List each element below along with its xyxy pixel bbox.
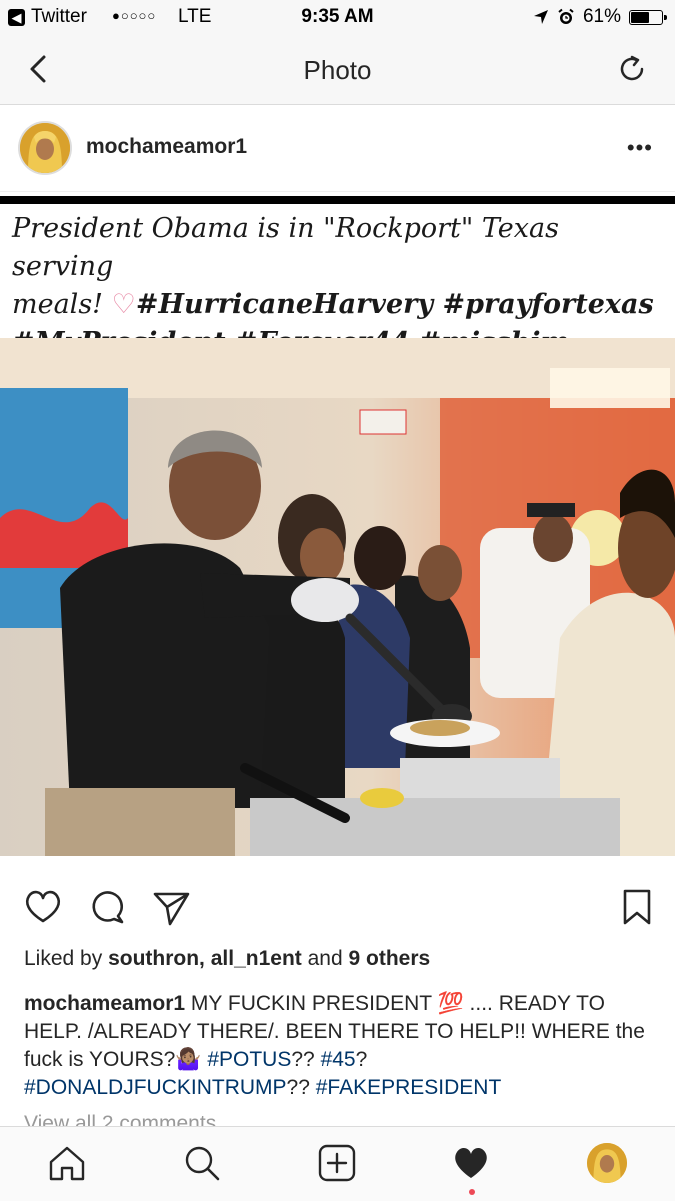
heart-icon[interactable] (22, 886, 64, 928)
post-actions (0, 872, 675, 942)
search-icon[interactable] (182, 1143, 222, 1183)
comment-icon[interactable] (86, 886, 128, 928)
activity-indicator (469, 1189, 475, 1195)
hashtag-45[interactable]: #45 (321, 1048, 356, 1071)
liked-by: Liked by southron, all_n1ent and 9 other… (24, 947, 430, 971)
location-arrow-icon (533, 10, 548, 24)
photo-top-border (0, 196, 675, 204)
hashtag-donaldjfuckintrump[interactable]: #DONALDJFUCKINTRUMP (24, 1076, 287, 1099)
alarm-icon (558, 8, 574, 24)
shrug-emoji: 🤷🏽‍♀️ (175, 1048, 202, 1071)
bookmark-icon[interactable] (616, 886, 658, 928)
photo-caption-line-1: President Obama is in "Rockport" Texas s… (12, 213, 559, 282)
photo-scene (0, 338, 675, 856)
battery-percent: 61% (582, 6, 621, 27)
liked-by-user-southron[interactable]: southron, (108, 947, 205, 970)
photo-caption-line-2: meals! ♡#HurricaneHarvery #prayfortexas (12, 286, 662, 324)
heart-outline-icon: ♡ (111, 289, 136, 320)
battery-fill (631, 11, 649, 23)
photo-caption-prefix: meals! (12, 289, 104, 320)
liked-by-others[interactable]: 9 others (349, 947, 431, 970)
photo-caption-area: President Obama is in "Rockport" Texas s… (0, 204, 675, 358)
photo-caption-tags: #HurricaneHarvery #prayfortexas (135, 289, 654, 320)
home-icon[interactable] (47, 1143, 87, 1183)
liked-by-prefix: Liked by (24, 947, 103, 970)
hashtag-potus[interactable]: #POTUS (207, 1048, 291, 1071)
avatar[interactable] (20, 123, 70, 173)
page-title: Photo (303, 55, 372, 85)
hashtag-fakepresident[interactable]: #FAKEPRESIDENT (316, 1076, 502, 1099)
post-photo[interactable]: President Obama is in "Rockport" Texas s… (0, 196, 675, 856)
add-post-icon[interactable] (317, 1143, 357, 1183)
caption-punct-3: ?? (286, 1076, 310, 1099)
battery-icon (629, 9, 667, 25)
status-bar: ◀ Twitter ●○○○○ LTE 9:35 AM 61% (0, 0, 675, 34)
activity-heart-icon[interactable] (451, 1143, 491, 1183)
share-icon[interactable] (150, 886, 192, 928)
caption-punct-2: ? (355, 1048, 368, 1071)
tab-bar (0, 1126, 675, 1201)
post-header: mochameamor1 ••• (0, 105, 675, 192)
caption-text-1: MY FUCKIN PRESIDENT (190, 992, 432, 1015)
refresh-icon[interactable] (615, 52, 649, 86)
caption-punct-1: ?? (291, 1048, 315, 1071)
profile-avatar[interactable] (587, 1143, 627, 1183)
liked-by-and: and (307, 947, 343, 970)
post-caption: mochameamor1 MY FUCKIN PRESIDENT 💯 .... … (24, 990, 654, 1102)
hundred-emoji: 💯 (437, 992, 464, 1015)
caption-username[interactable]: mochameamor1 (24, 992, 185, 1015)
nav-bar: Photo (0, 34, 675, 105)
more-options-icon[interactable]: ••• (627, 135, 653, 161)
post-username[interactable]: mochameamor1 (86, 135, 247, 159)
liked-by-user-all-n1ent[interactable]: all_n1ent (211, 947, 302, 970)
